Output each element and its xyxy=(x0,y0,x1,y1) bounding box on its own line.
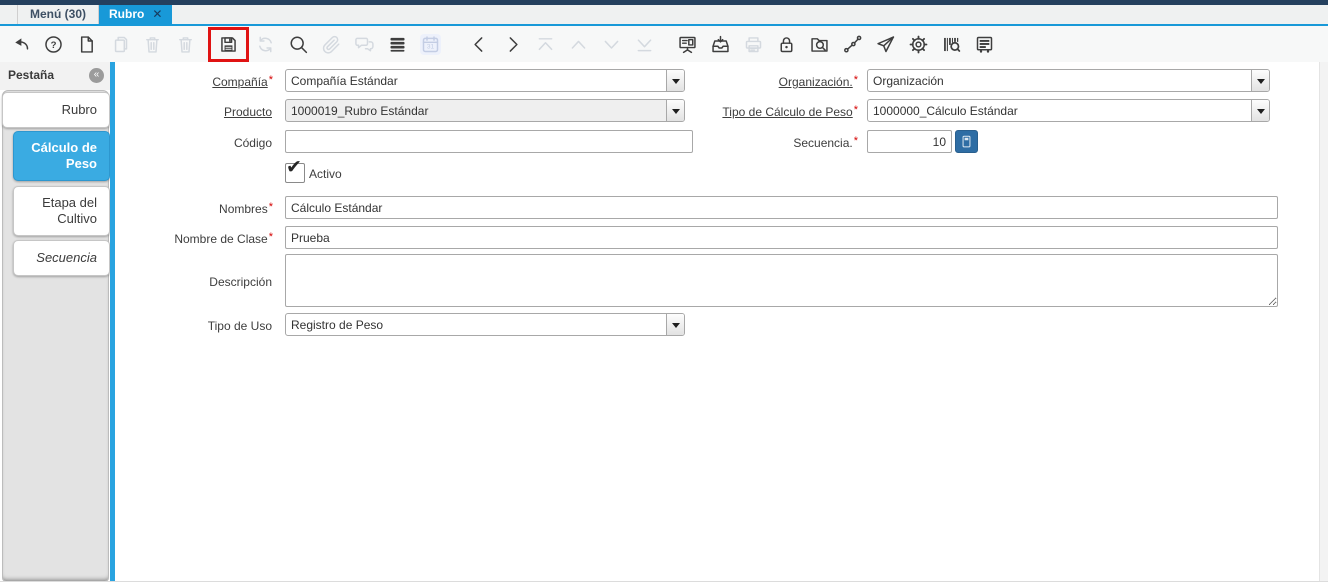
compania-input[interactable] xyxy=(286,70,666,91)
lock-icon[interactable] xyxy=(776,34,797,55)
window-tab-strip: Menú (30) Rubro ✕ xyxy=(0,5,1328,26)
save-icon[interactable] xyxy=(218,34,239,55)
chat-icon xyxy=(354,34,375,55)
organizacion-combobox[interactable] xyxy=(867,69,1270,92)
find-icon[interactable] xyxy=(288,34,309,55)
send-icon[interactable] xyxy=(875,34,896,55)
tipo-uso-label: Tipo de Uso xyxy=(207,319,272,333)
save-highlight-box xyxy=(208,26,249,62)
detail-record-icon xyxy=(634,34,655,55)
form-area: Compañía* Organización.* Producto Tipo d… xyxy=(115,62,1328,582)
organizacion-input[interactable] xyxy=(868,70,1251,91)
tipo-calculo-peso-combobox[interactable] xyxy=(867,99,1270,122)
delete-selection-icon xyxy=(175,34,196,55)
compania-combobox[interactable] xyxy=(285,69,685,92)
collapse-sidebar-button[interactable]: « xyxy=(89,68,104,83)
up-icon xyxy=(568,34,589,55)
nombres-label: Nombres* xyxy=(219,201,273,216)
compania-label[interactable]: Compañía* xyxy=(115,69,273,94)
calculator-button[interactable] xyxy=(955,130,978,153)
next-record-icon[interactable] xyxy=(502,34,523,55)
report-icon[interactable] xyxy=(677,34,698,55)
sidebar-tab-c-lculo-de-peso[interactable]: Cálculo de Peso xyxy=(13,131,110,181)
secuencia-label: Secuencia.* xyxy=(793,135,858,150)
close-icon[interactable]: ✕ xyxy=(152,5,162,24)
tipo-calculo-peso-label[interactable]: Tipo de Cálculo de Peso* xyxy=(635,99,858,124)
help-icon[interactable]: ? xyxy=(43,34,64,55)
activo-label: Activo xyxy=(309,167,342,181)
print-icon xyxy=(743,34,764,55)
sidebar-tab-etapa-del-cultivo[interactable]: Etapa del Cultivo xyxy=(13,186,110,236)
window-tab-rubro-label: Rubro xyxy=(109,7,145,21)
tipo-uso-combobox[interactable] xyxy=(285,313,685,336)
nombre-clase-input[interactable] xyxy=(285,226,1278,249)
svg-text:31: 31 xyxy=(427,43,435,50)
zoom-across-icon[interactable] xyxy=(809,34,830,55)
delete-record-icon xyxy=(142,34,163,55)
tipo-calculo-peso-dropdown-icon[interactable] xyxy=(1251,100,1269,121)
copy-record-icon xyxy=(109,34,130,55)
codigo-input[interactable] xyxy=(285,130,693,153)
toolbar: ? 31 xyxy=(0,26,1328,62)
preferences-icon[interactable] xyxy=(908,34,929,55)
sidebar-title: Pestaña xyxy=(8,68,55,82)
nombres-input[interactable] xyxy=(285,196,1278,219)
calculator-icon xyxy=(962,135,971,148)
svg-text:?: ? xyxy=(51,40,57,51)
archive-icon[interactable] xyxy=(710,34,731,55)
organizacion-label[interactable]: Organización.* xyxy=(635,69,858,94)
window-tab-rubro[interactable]: Rubro ✕ xyxy=(99,5,173,24)
sidebar-tab-secuencia[interactable]: Secuencia xyxy=(13,240,110,276)
tipo-uso-input[interactable] xyxy=(286,314,666,335)
organizacion-dropdown-icon[interactable] xyxy=(1251,70,1269,91)
new-record-icon[interactable] xyxy=(76,34,97,55)
parent-record-icon xyxy=(535,34,556,55)
refresh-icon xyxy=(255,34,276,55)
tab-sidebar: Pestaña « Rubro Cálculo de Peso Etapa del … xyxy=(0,62,110,582)
down-icon xyxy=(601,34,622,55)
calendar-icon: 31 xyxy=(420,33,441,55)
producto-combobox[interactable] xyxy=(285,99,685,122)
tipo-uso-dropdown-icon[interactable] xyxy=(666,314,684,335)
window-bottom-strip xyxy=(0,581,1328,587)
attachment-icon xyxy=(321,34,342,55)
sidebar-header: Pestaña « xyxy=(0,62,110,90)
undo-icon[interactable] xyxy=(10,34,31,55)
window-tab-menu[interactable]: Menú (30) xyxy=(17,5,100,24)
previous-record-icon[interactable] xyxy=(469,34,490,55)
sidebar-tab-rubro[interactable]: Rubro xyxy=(2,92,110,128)
grid-toggle-icon[interactable] xyxy=(387,34,408,55)
workflow-icon[interactable] xyxy=(842,34,863,55)
postit-icon[interactable] xyxy=(974,34,995,55)
descripcion-textarea[interactable] xyxy=(285,254,1278,307)
codigo-label: Código xyxy=(233,136,272,150)
activo-checkbox[interactable]: ✔ xyxy=(285,158,305,183)
descripcion-label: Descripción xyxy=(209,275,272,289)
checkmark-icon: ✔ xyxy=(286,157,302,178)
scrollbar-track[interactable] xyxy=(1319,62,1328,582)
tipo-calculo-peso-input[interactable] xyxy=(868,100,1251,121)
producto-label[interactable]: Producto xyxy=(115,99,273,124)
nombre-clase-label: Nombre de Clase* xyxy=(174,231,273,246)
product-info-icon[interactable] xyxy=(941,34,962,55)
secuencia-input[interactable] xyxy=(867,130,952,153)
producto-input[interactable] xyxy=(286,100,666,121)
app-window: Menú (30) Rubro ✕ ? 31 Pestaña « Rubro Cál… xyxy=(0,0,1328,587)
